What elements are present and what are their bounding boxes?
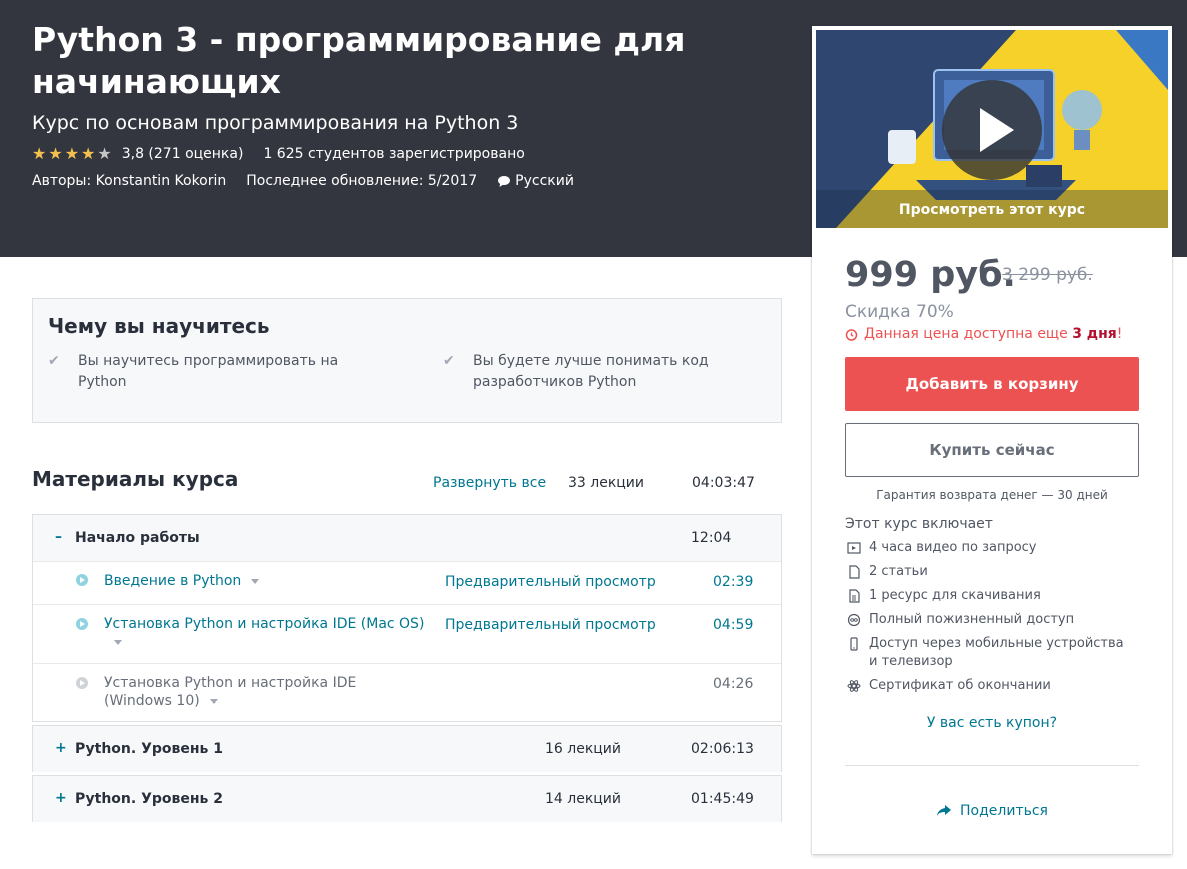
speech-bubble-icon [498,175,511,187]
rating-stars: ★ ★ ★ ★ ★ [32,146,112,162]
share-button[interactable]: Поделиться [812,803,1172,819]
infinity-icon [847,613,861,627]
purchase-card: Просмотреть этот курс 999 руб. 3 299 руб… [812,26,1172,854]
preview-link[interactable]: Предварительный просмотр [445,574,656,590]
includes-item: Сертификат об окончании [845,677,1135,695]
preview-link[interactable]: Предварительный просмотр [445,617,656,633]
learn-title: Чему вы научитесь [48,314,270,338]
lecture-count: 33 лекции [568,475,645,491]
curriculum-section: + Python. Уровень 2 14 лекций 01:45:49 [32,775,782,822]
curriculum-title: Материалы курса [32,467,239,491]
lecture-row[interactable]: Введение в Python Предварительный просмо… [33,561,781,604]
lecture-duration: 02:39 [713,574,754,590]
course-preview-video[interactable]: Просмотреть этот курс [816,30,1168,228]
video-icon [847,542,861,554]
buy-now-button[interactable]: Купить сейчас [845,423,1139,477]
alarm-clock-icon [845,328,858,341]
chevron-down-icon[interactable] [114,639,122,645]
current-price: 999 руб. [845,255,1016,295]
includes-item: 1 ресурс для скачивания [845,587,1135,605]
section-duration: 02:06:13 [691,741,754,757]
original-price: 3 299 руб. [1002,265,1093,285]
includes-item: 2 статьи [845,563,1135,581]
course-preview-illustration [816,30,1168,228]
star-icon: ★ [64,144,80,163]
includes-title: Этот курс включает [845,516,993,532]
price-timer: Данная цена доступна еще 3 дня! [845,326,1122,342]
section-header[interactable]: + Python. Уровень 2 14 лекций 01:45:49 [33,776,781,822]
curriculum-section: + Python. Уровень 1 16 лекций 02:06:13 [32,725,782,772]
includes-item: 4 часа видео по запросу [845,539,1135,557]
timer-text: Данная цена доступна еще 3 дня! [864,326,1123,342]
star-icon: ★ [32,144,47,163]
rating-text[interactable]: 3,8 (271 оценка) [122,146,244,162]
star-icon: ★ [81,144,96,163]
expand-all-link[interactable]: Развернуть все [433,475,546,491]
chevron-down-icon[interactable] [251,578,260,584]
play-circle-icon [76,574,88,586]
play-circle-icon [76,618,88,630]
check-icon: ✔ [443,353,455,369]
lecture-duration: 04:59 [713,617,754,633]
learn-item: ✔ Вы будете лучше понимать код разработч… [443,351,743,393]
section-title: Python. Уровень 2 [75,791,224,807]
expand-icon: + [55,790,67,806]
section-header[interactable]: + Python. Уровень 1 16 лекций 02:06:13 [33,726,781,772]
course-title: Python 3 - программирование для начинающ… [32,20,686,101]
learn-item-text: Вы научитесь программировать на Python [78,353,339,390]
money-back-guarantee: Гарантия возврата денег — 30 дней [876,488,1108,502]
total-duration: 04:03:47 [692,475,755,491]
coupon-link[interactable]: У вас есть купон? [812,715,1172,731]
learn-item-text: Вы будете лучше понимать код разработчик… [473,353,709,390]
star-icon: ★ [97,144,112,163]
what-you-will-learn: Чему вы научитесь ✔ Вы научитесь програм… [32,298,782,423]
language-label: Русский [515,173,574,189]
check-icon: ✔ [48,353,60,369]
certificate-icon [847,680,861,692]
file-icon [849,565,860,579]
discount-label: Скидка 70% [845,302,954,322]
mobile-icon [850,637,858,651]
collapse-icon: – [55,529,62,545]
section-lecture-count: 14 лекций [545,791,622,807]
star-icon: ★ [48,144,63,163]
section-title: Python. Уровень 1 [75,741,224,757]
meta-row: Авторы: Konstantin Kokorin Последнее обн… [32,173,574,189]
divider [845,765,1139,766]
share-icon [937,805,952,816]
section-title: Начало работы [75,530,200,546]
course-subtitle: Курс по основам программирования на Pyth… [32,112,519,134]
includes-item: Доступ через мобильные устройства и теле… [845,635,1135,671]
authors-link[interactable]: Авторы: Konstantin Kokorin [32,173,226,189]
lecture-row[interactable]: Установка Python и настройка IDE (Mac OS… [33,604,781,663]
lecture-title[interactable]: Введение в Python [104,572,260,590]
last-updated: Последнее обновление: 5/2017 [246,173,478,189]
section-duration: 12:04 [691,530,732,546]
learn-item: ✔ Вы научитесь программировать на Python [48,351,348,393]
lecture-title[interactable]: Установка Python и настройка IDE (Mac OS… [104,615,424,651]
section-lecture-count: 16 лекций [545,741,622,757]
lecture-title: Установка Python и настройка IDE (Window… [104,675,357,709]
language: Русский [497,173,574,189]
students-count: 1 625 студентов зарегистрировано [263,146,525,162]
play-circle-icon [76,677,88,689]
lecture-duration: 04:26 [713,676,754,692]
includes-item: Полный пожизненный доступ [845,611,1135,629]
timer-days: 3 дня [1072,326,1117,342]
lecture-row: Установка Python и настройка IDE (Window… [33,663,781,721]
add-to-cart-button[interactable]: Добавить в корзину [845,357,1139,411]
chevron-down-icon[interactable] [209,698,218,704]
curriculum-section: – Начало работы 12:04 Введение в Python … [32,514,782,722]
rating-row: ★ ★ ★ ★ ★ 3,8 (271 оценка) 1 625 студент… [32,146,525,163]
expand-icon: + [55,740,67,756]
preview-video-label[interactable]: Просмотреть этот курс [816,202,1168,218]
includes-list: 4 часа видео по запросу 2 статьи 1 ресур… [845,539,1135,701]
download-file-icon [849,589,860,603]
section-duration: 01:45:49 [691,791,754,807]
share-label: Поделиться [960,803,1048,819]
section-header[interactable]: – Начало работы 12:04 [33,515,781,561]
